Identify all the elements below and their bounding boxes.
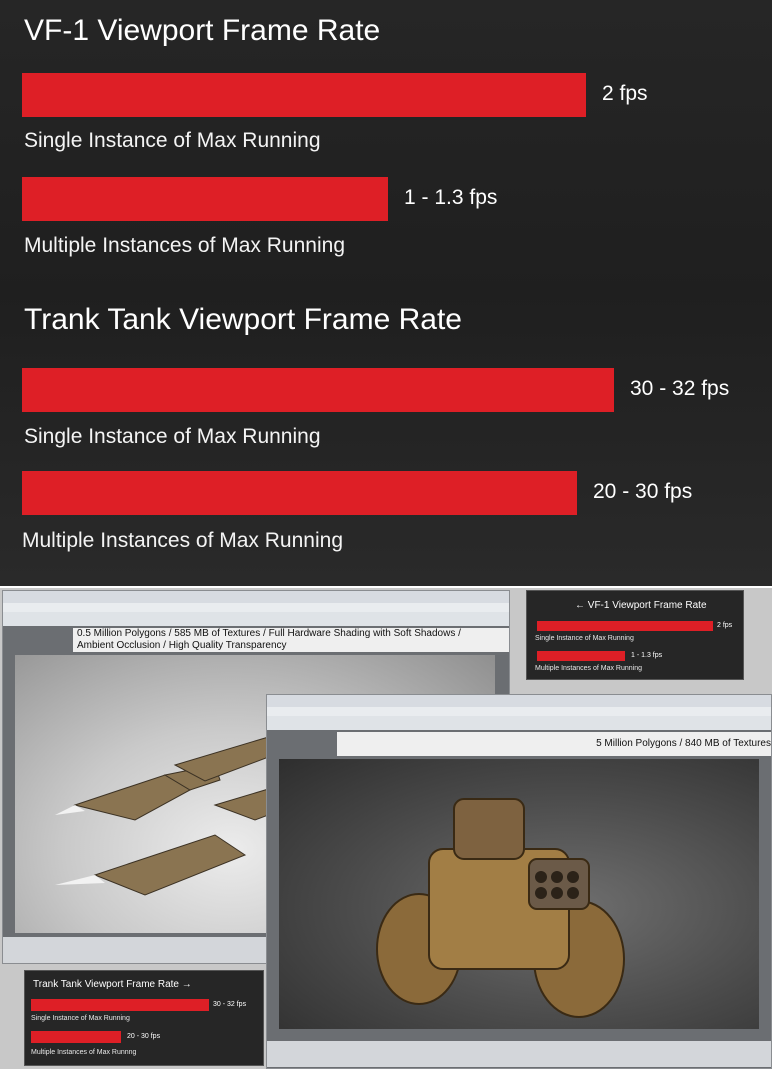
chart-title: VF-1 Viewport Frame Rate bbox=[24, 14, 381, 47]
bar-value-label: 20 - 30 fps bbox=[593, 480, 693, 503]
inset-bar bbox=[31, 1031, 121, 1043]
inset-bar bbox=[31, 999, 209, 1011]
inset-value: 20 - 30 fps bbox=[127, 1033, 161, 1040]
category-label: Single Instance of Max Running bbox=[24, 129, 321, 152]
bar-single-instance bbox=[22, 368, 614, 412]
bar-value-label: 2 fps bbox=[602, 82, 648, 105]
category-label: Multiple Instances of Max Running bbox=[24, 234, 345, 257]
bar-single-instance bbox=[22, 73, 586, 117]
bar-multiple-instances bbox=[22, 471, 577, 515]
inset-label: Single Instance of Max Running bbox=[31, 1015, 130, 1022]
status-bar bbox=[267, 1041, 771, 1067]
inset-vf1-frame-rate: ← VF-1 Viewport Frame Rate 2 fps Single … bbox=[526, 590, 744, 680]
inset-label: Single Instance of Max Running bbox=[535, 635, 634, 642]
viewport-screenshot-composite: 0.5 Million Polygons / 585 MB of Texture… bbox=[0, 588, 772, 1069]
inset-bar bbox=[537, 651, 625, 661]
bar-value-label: 30 - 32 fps bbox=[630, 377, 730, 400]
inset-bar bbox=[537, 621, 713, 631]
inset-value: 2 fps bbox=[717, 622, 733, 629]
inset-label: Multiple Instances of Max Runnng bbox=[31, 1049, 137, 1056]
inset-title: ← VF-1 Viewport Frame Rate bbox=[575, 600, 707, 611]
toolbar bbox=[267, 716, 771, 730]
window-titlebar bbox=[267, 695, 771, 707]
inset-label: Multiple Instances of Max Running bbox=[535, 665, 642, 672]
tank-render bbox=[376, 798, 625, 1018]
inset-value: 30 - 32 fps bbox=[213, 1001, 247, 1008]
inset-tank-frame-rate: Trank Tank Viewport Frame Rate → 30 - 32… bbox=[24, 970, 264, 1066]
menu-bar bbox=[267, 707, 771, 716]
scene-caption: 0.5 Million Polygons / 585 MB of Texture… bbox=[73, 628, 509, 652]
inset-title: Trank Tank Viewport Frame Rate → bbox=[33, 979, 192, 990]
category-label: Single Instance of Max Running bbox=[24, 425, 321, 448]
chart-title: Trank Tank Viewport Frame Rate bbox=[24, 303, 462, 336]
toolbar bbox=[3, 612, 509, 626]
menu-bar bbox=[3, 603, 509, 612]
inset-value: 1 - 1.3 fps bbox=[631, 652, 663, 659]
scene-caption: 5 Million Polygons / 840 MB of Textures bbox=[337, 732, 771, 756]
caption-line: 0.5 Million Polygons / 585 MB of Texture… bbox=[77, 628, 461, 639]
max-window-tank: 5 Million Polygons / 840 MB of Textures bbox=[266, 694, 772, 1069]
viewport[interactable] bbox=[279, 759, 759, 1029]
window-titlebar bbox=[3, 591, 509, 603]
bar-multiple-instances bbox=[22, 177, 388, 221]
frame-rate-chart-panel: VF-1 Viewport Frame Rate 2 fps Single In… bbox=[0, 0, 772, 586]
caption-line: Ambient Occlusion / High Quality Transpa… bbox=[77, 640, 287, 651]
bar-value-label: 1 - 1.3 fps bbox=[404, 186, 498, 209]
category-label: Multiple Instances of Max Running bbox=[22, 529, 343, 552]
